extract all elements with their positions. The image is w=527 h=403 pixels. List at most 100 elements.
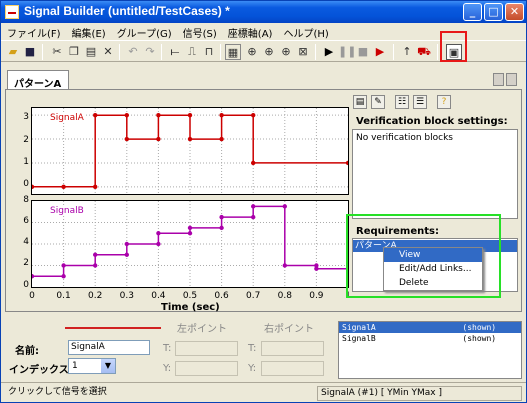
paste-icon[interactable]: ▤ (83, 44, 99, 60)
data-point (219, 136, 224, 142)
toolbar-separator (119, 44, 120, 60)
list-view-icon[interactable]: ☰ (413, 95, 427, 109)
tab-pattern-a[interactable]: パターンA (7, 70, 69, 90)
left-t-input[interactable] (175, 341, 238, 356)
verification-status-text: No verification blocks (356, 133, 453, 143)
save-icon[interactable]: ■ (22, 44, 38, 60)
x-tick-label: 0.6 (214, 291, 229, 301)
signal-b-legend: SignalB (48, 206, 86, 216)
cut-icon[interactable]: ✂ (49, 44, 65, 60)
menu-axes[interactable]: 座標軸(A) (222, 23, 278, 40)
data-point (187, 231, 193, 236)
context-menu-view[interactable]: View (384, 248, 482, 262)
verification-settings-box[interactable]: No verification blocks (352, 129, 518, 219)
signal-builder-window: Signal Builder (untitled/TestCases) * _ … (0, 0, 527, 403)
x-tick-label: 0.8 (277, 291, 292, 301)
signal-list-item[interactable]: SignalB (shown) (339, 333, 521, 344)
data-point (187, 225, 193, 231)
menu-file[interactable]: ファイル(F) (1, 23, 66, 40)
grid-icon[interactable]: ▦ (225, 44, 241, 60)
data-point (219, 112, 224, 118)
pulse-icon[interactable]: ⊓ (201, 44, 217, 60)
data-point (251, 112, 256, 118)
zoom-x-icon[interactable]: ⊕ (244, 44, 260, 60)
status-selection: SignalA (#1) [ YMin YMax ] (317, 386, 522, 401)
pause-icon[interactable]: ❚❚ (338, 44, 356, 60)
data-point (124, 136, 129, 142)
tab-scroll-right-button[interactable] (506, 73, 517, 86)
left-t-label: T: (163, 343, 172, 354)
data-point (61, 184, 66, 190)
title-bar[interactable]: Signal Builder (untitled/TestCases) * _ … (1, 1, 526, 23)
toolbar-separator (220, 44, 221, 60)
menu-group[interactable]: グループ(G) (111, 23, 177, 40)
data-point (345, 160, 351, 166)
plot2-ytick: 4 (23, 237, 29, 247)
constant-icon[interactable]: ⟝ (167, 44, 183, 60)
status-hint: クリックして信号を選択 (8, 387, 107, 397)
data-point (314, 266, 319, 271)
toolbar-separator (42, 44, 43, 60)
data-point (93, 263, 98, 268)
show-model-icon[interactable]: ↑ (399, 44, 415, 60)
fit-view-icon[interactable]: ⊠ (295, 44, 311, 60)
x-tick-label: 0.3 (119, 291, 134, 301)
tab-scroll-left-button[interactable] (493, 73, 504, 86)
step-icon[interactable]: ⎍ (184, 44, 200, 60)
help-icon[interactable]: ? (437, 95, 451, 109)
data-point (219, 214, 224, 220)
context-menu-delete[interactable]: Delete (384, 276, 482, 290)
data-point (124, 241, 129, 247)
right-point-header: 右ポイント (264, 324, 314, 335)
copy-icon[interactable]: ❐ (66, 44, 82, 60)
signal-a-axes[interactable]: SignalA (29, 107, 351, 195)
name-input[interactable]: SignalA (68, 340, 150, 355)
x-tick-label: 0 (29, 291, 35, 301)
data-point (282, 263, 287, 268)
data-point (93, 184, 98, 190)
index-label: インデックス: (9, 365, 73, 376)
run-all-icon[interactable]: ▶ (372, 44, 388, 60)
plot2-ytick: 8 (23, 195, 29, 205)
redo-icon[interactable]: ↷ (142, 44, 158, 60)
right-y-input[interactable] (261, 361, 324, 376)
context-menu-edit-links[interactable]: Edit/Add Links... (384, 262, 482, 276)
verification-icon[interactable]: ⛟ (416, 44, 432, 60)
data-point (251, 214, 256, 220)
zoom-xy-icon[interactable]: ⊕ (278, 44, 294, 60)
chevron-down-icon[interactable]: ▼ (101, 359, 115, 373)
close-button[interactable]: ✕ (505, 3, 524, 21)
signal-list-item[interactable]: SignalA (shown) (339, 322, 521, 333)
minimize-button[interactable]: _ (463, 3, 482, 21)
menu-edit[interactable]: 編集(E) (66, 23, 111, 40)
delete-icon[interactable]: ✕ (100, 44, 116, 60)
zoom-y-icon[interactable]: ⊕ (261, 44, 277, 60)
play-icon[interactable]: ▶ (321, 44, 337, 60)
assertion-icon[interactable]: ✎ (371, 95, 385, 109)
data-point (251, 160, 256, 166)
undo-icon[interactable]: ↶ (125, 44, 141, 60)
verification-block-icon[interactable]: ▤ (353, 95, 367, 109)
open-icon[interactable]: ▰ (5, 44, 21, 60)
left-point-header: 左ポイント (177, 324, 227, 335)
menu-help[interactable]: ヘルプ(H) (277, 23, 333, 40)
app-icon (5, 5, 19, 19)
left-y-input[interactable] (175, 361, 238, 376)
stop-icon[interactable]: ■ (355, 44, 371, 60)
index-select-value: 1 (72, 361, 78, 371)
x-tick-label: 0.1 (56, 291, 71, 301)
maximize-button[interactable]: □ (484, 3, 503, 21)
x-tick-label: 0.2 (88, 291, 103, 301)
right-y-label: Y: (248, 363, 257, 374)
tree-view-icon[interactable]: ☷ (395, 95, 409, 109)
menu-signal[interactable]: 信号(S) (177, 23, 222, 40)
tab-row: パターンA (1, 63, 526, 90)
name-label: 名前: (15, 346, 39, 357)
data-point (187, 112, 193, 118)
right-t-input[interactable] (261, 341, 324, 356)
signal-b-axes[interactable]: SignalB (29, 200, 351, 288)
x-tick-label: 0.7 (246, 291, 261, 301)
index-select[interactable]: 1 ▼ (68, 358, 116, 374)
right-pane-toolbar: ▤ ✎ ☷ ☰ ? (353, 94, 521, 112)
signal-list[interactable]: SignalA (shown) SignalB (shown) (338, 321, 522, 379)
